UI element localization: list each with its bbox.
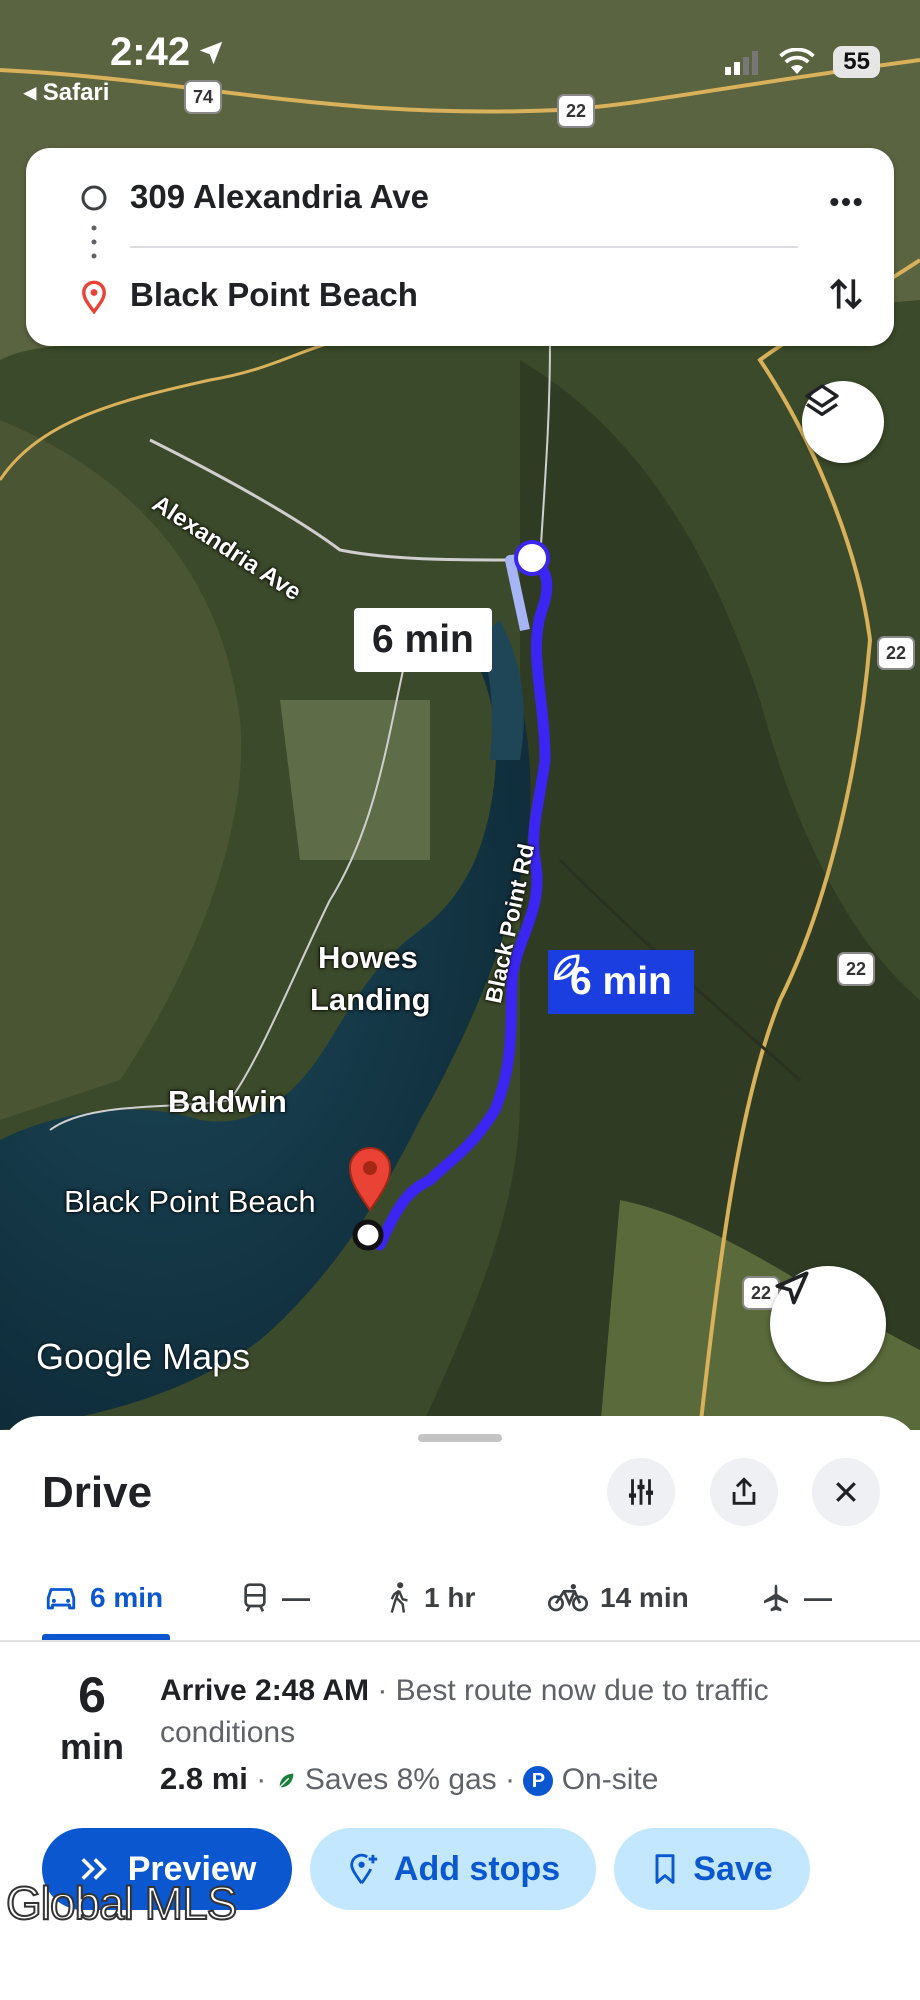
route-duration: 6 min (59, 1667, 124, 1767)
tab-label: — (804, 1582, 832, 1613)
place-label[interactable]: Black Point Beach (64, 1184, 316, 1220)
tab-flight[interactable]: — (760, 1556, 832, 1640)
route-details: 2.8 mi · Saves 8% gas · P On-site (160, 1761, 659, 1797)
tab-walk[interactable]: 1 hr (386, 1556, 475, 1640)
layers-icon (805, 384, 839, 416)
place-label: Landing (310, 982, 431, 1017)
save-button[interactable]: Save (614, 1828, 810, 1910)
status-time: 2:42 (110, 30, 226, 75)
route-time: 6 min (570, 960, 672, 1003)
directions-card: 309 Alexandria Ave Black Point Beach (26, 148, 894, 346)
alt-route-callout[interactable]: 6 min (354, 608, 492, 672)
drag-handle[interactable] (418, 1434, 502, 1442)
route-options-button[interactable] (607, 1458, 675, 1526)
route-shield: 22 (837, 952, 875, 986)
sheet-title: Drive (42, 1468, 153, 1517)
back-to-safari-link[interactable]: ◂ Safari (24, 78, 109, 107)
tab-label: — (282, 1582, 310, 1613)
share-icon (732, 1477, 756, 1505)
parking-icon: P (523, 1766, 554, 1797)
tab-transit[interactable]: — (240, 1556, 310, 1640)
active-tab-indicator (42, 1634, 170, 1640)
wifi-icon (779, 48, 816, 74)
more-vert-icon[interactable] (826, 182, 866, 222)
destination-field[interactable]: Black Point Beach (130, 276, 418, 314)
origin-field[interactable]: 309 Alexandria Ave (130, 178, 429, 216)
place-label: Howes (318, 940, 418, 975)
directions-sheet: Drive 6 min — 1 hr 14 min — 6 min Arrive… (0, 1416, 920, 2000)
add-location-icon (350, 1853, 378, 1885)
arrival-time: Arrive 2:48 AM (160, 1674, 369, 1707)
share-button[interactable] (710, 1458, 778, 1526)
tune-icon (628, 1479, 654, 1505)
place-label: Baldwin (168, 1084, 287, 1119)
destination-pin-icon (82, 280, 106, 314)
tab-label: 14 min (600, 1582, 689, 1613)
walk-icon (390, 1582, 408, 1613)
route-shield: 22 (877, 636, 915, 670)
arrival-line: Arrive 2:48 AM · Best route now due to t… (160, 1670, 890, 1754)
transit-icon (244, 1583, 266, 1612)
eco-leaf-icon (553, 954, 580, 980)
swap-vertical-icon[interactable] (824, 272, 868, 316)
travel-mode-tabs: 6 min — 1 hr 14 min — (0, 1556, 920, 1642)
car-icon (46, 1588, 76, 1610)
signal-icon (725, 51, 759, 75)
close-button[interactable] (812, 1458, 880, 1526)
primary-route-callout[interactable]: 6 min (548, 950, 694, 1014)
bike-icon (548, 1584, 588, 1612)
status-bar: 2:42 ◂ Safari 55 (0, 0, 920, 110)
google-maps-logo: Google Maps (36, 1336, 251, 1377)
close-icon (836, 1482, 856, 1502)
location-arrow-icon (199, 41, 223, 64)
plane-icon (764, 1584, 788, 1612)
gas-savings: Saves 8% gas (304, 1763, 497, 1796)
tab-bike[interactable]: 14 min (548, 1556, 689, 1640)
destination-dot (352, 1219, 384, 1251)
dots-connector-icon (91, 225, 97, 259)
watermark: Global MLS (5, 1876, 238, 1930)
route-summary[interactable]: Arrive 2:48 AM · Best route now due to t… (160, 1670, 890, 1801)
battery-indicator: 55 (833, 46, 880, 78)
recenter-button[interactable] (770, 1266, 886, 1382)
bookmark-icon (655, 1854, 675, 1884)
eco-leaf-icon (278, 1773, 293, 1788)
tab-label: 6 min (90, 1582, 164, 1613)
add-stops-button[interactable]: Add stops (310, 1828, 596, 1910)
route-distance: 2.8 mi (160, 1761, 248, 1796)
navigation-arrow-icon (775, 1271, 809, 1305)
layers-button[interactable] (802, 381, 884, 463)
tab-drive[interactable]: 6 min (44, 1556, 163, 1640)
tab-label: 1 hr (424, 1582, 476, 1613)
origin-circle-icon (81, 185, 107, 211)
divider (130, 246, 798, 248)
origin-dot (514, 540, 550, 576)
status-icons: 55 (725, 46, 880, 78)
parking-info: On-site (561, 1763, 659, 1796)
